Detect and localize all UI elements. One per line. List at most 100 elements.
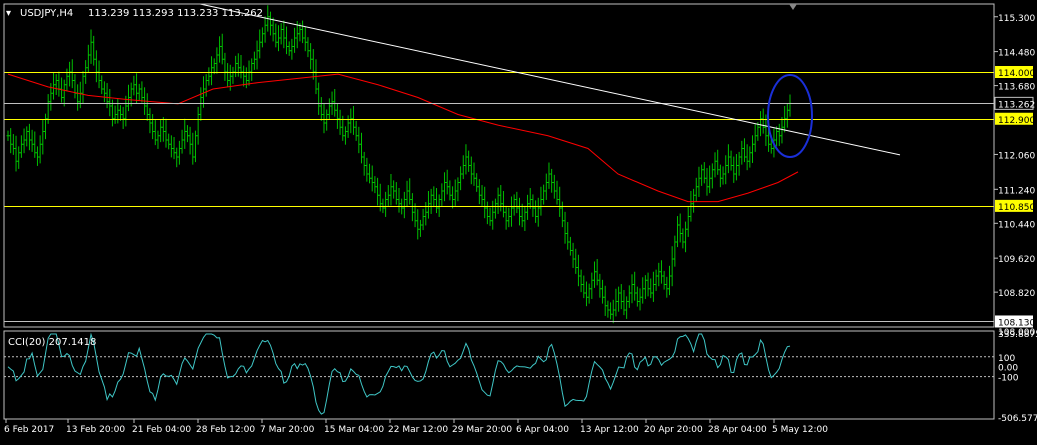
price-bar — [218, 36, 222, 63]
price-bar — [702, 162, 706, 184]
trendline-layer[interactable] — [199, 3, 901, 156]
price-bar — [534, 200, 538, 223]
price-bar — [459, 166, 463, 191]
price-bar — [595, 259, 599, 286]
price-bar — [421, 208, 425, 231]
price-bar — [684, 221, 688, 253]
price-bar — [368, 163, 372, 184]
price-bar — [576, 254, 580, 287]
price-bar — [635, 286, 639, 307]
price-bar — [552, 174, 556, 199]
price-label-box: 108.130 — [995, 315, 1035, 328]
price-bar — [483, 186, 487, 219]
price-bar — [97, 60, 101, 89]
price-bar — [536, 197, 540, 227]
price-bar — [456, 177, 460, 202]
price-bar — [418, 219, 422, 237]
price-bar — [260, 27, 264, 48]
price-bar — [6, 130, 10, 141]
horizontal-level-lines[interactable] — [4, 72, 994, 322]
price-bar — [94, 50, 98, 83]
price-label-box: 112.900 — [995, 112, 1035, 126]
price-bar — [625, 296, 629, 319]
price-bar — [327, 98, 331, 120]
price-bar — [785, 103, 789, 128]
price-bar — [488, 207, 492, 226]
price-bar — [22, 128, 26, 154]
price-bar — [322, 103, 326, 134]
ohlc-readout: 113.239 113.293 113.233 113.262 — [88, 8, 263, 19]
price-bar — [180, 129, 184, 154]
time-tick-label: 13 Apr 12:00 — [580, 425, 639, 435]
symbol-menu-icon[interactable]: ▾ — [6, 8, 11, 19]
price-bar — [231, 66, 235, 84]
price-bar — [335, 103, 339, 129]
price-bar — [362, 151, 366, 176]
price-bar — [464, 144, 468, 175]
price-bar — [11, 134, 15, 155]
price-bar — [360, 132, 364, 164]
price-bar — [643, 275, 647, 299]
price-bar — [432, 186, 436, 208]
price-bar — [268, 11, 272, 36]
price-bar — [566, 222, 570, 250]
price-bar — [156, 130, 160, 149]
price-bar — [325, 109, 329, 131]
price-bar — [282, 20, 286, 49]
price-bar — [491, 200, 495, 230]
time-axis[interactable]: 6 Feb 2017 13 Feb 20:00 21 Feb 04:00 28 Feb… — [4, 419, 828, 435]
price-bar — [480, 185, 484, 206]
chart-canvas[interactable]: 115.300 114.480 113.680 112.060 111.240 110.4… — [0, 0, 1037, 441]
price-bar — [692, 188, 696, 213]
cci-title: CCI(20) 207.1418 — [8, 337, 96, 348]
price-bar — [617, 286, 621, 312]
price-bar — [568, 236, 572, 256]
chart-window[interactable]: 115.300 114.480 113.680 112.060 111.240 110.4… — [0, 0, 1037, 441]
cci-frame — [3, 330, 995, 420]
price-bar — [472, 162, 476, 186]
price-bar — [43, 113, 47, 140]
price-bar — [397, 188, 401, 213]
price-bar — [242, 65, 246, 87]
time-tick-label: 6 Apr 04:00 — [516, 425, 569, 435]
price-bar — [571, 242, 575, 268]
price-bar — [365, 157, 369, 182]
price-bar — [381, 198, 385, 214]
price-bar — [461, 155, 465, 180]
main-frame — [3, 3, 995, 328]
price-bar — [574, 248, 578, 274]
price-plot[interactable] — [6, 5, 792, 324]
price-bar — [250, 58, 254, 81]
cci-tick-label: 0.00 — [998, 364, 1018, 374]
price-bar — [651, 271, 655, 302]
price-bar — [271, 17, 275, 42]
price-axis[interactable]: 115.300 114.480 113.680 112.060 111.240 110.4… — [994, 14, 1035, 338]
price-bar — [65, 68, 69, 92]
price-tick-label: 111.240 — [998, 186, 1035, 196]
price-bar — [416, 209, 420, 240]
price-bar — [539, 186, 543, 216]
price-bar — [694, 177, 698, 202]
price-bar — [132, 75, 136, 96]
price-tick-label: 114.480 — [998, 49, 1035, 59]
price-bar — [193, 130, 197, 163]
price-bar — [317, 82, 321, 115]
price-label-text: 108.130 — [998, 318, 1035, 328]
shift-marker-icon[interactable] — [789, 4, 797, 10]
price-bar — [215, 47, 219, 74]
trendline[interactable] — [199, 3, 901, 156]
price-bar — [582, 275, 586, 299]
cci-panel[interactable]: 339.8875 1000.00-100 -506.5772 — [4, 330, 1037, 424]
price-bar — [726, 144, 730, 174]
price-bar — [777, 123, 781, 146]
price-bar — [424, 202, 428, 226]
price-bar — [212, 58, 216, 75]
price-bar — [485, 201, 489, 225]
price-bar — [496, 187, 500, 214]
price-bar — [204, 74, 208, 97]
price-bar — [236, 53, 240, 77]
price-bar — [405, 180, 409, 208]
price-label-text: 113.262 — [998, 100, 1035, 110]
price-bar — [207, 67, 211, 86]
time-tick-label: 28 Apr 04:00 — [708, 425, 767, 435]
